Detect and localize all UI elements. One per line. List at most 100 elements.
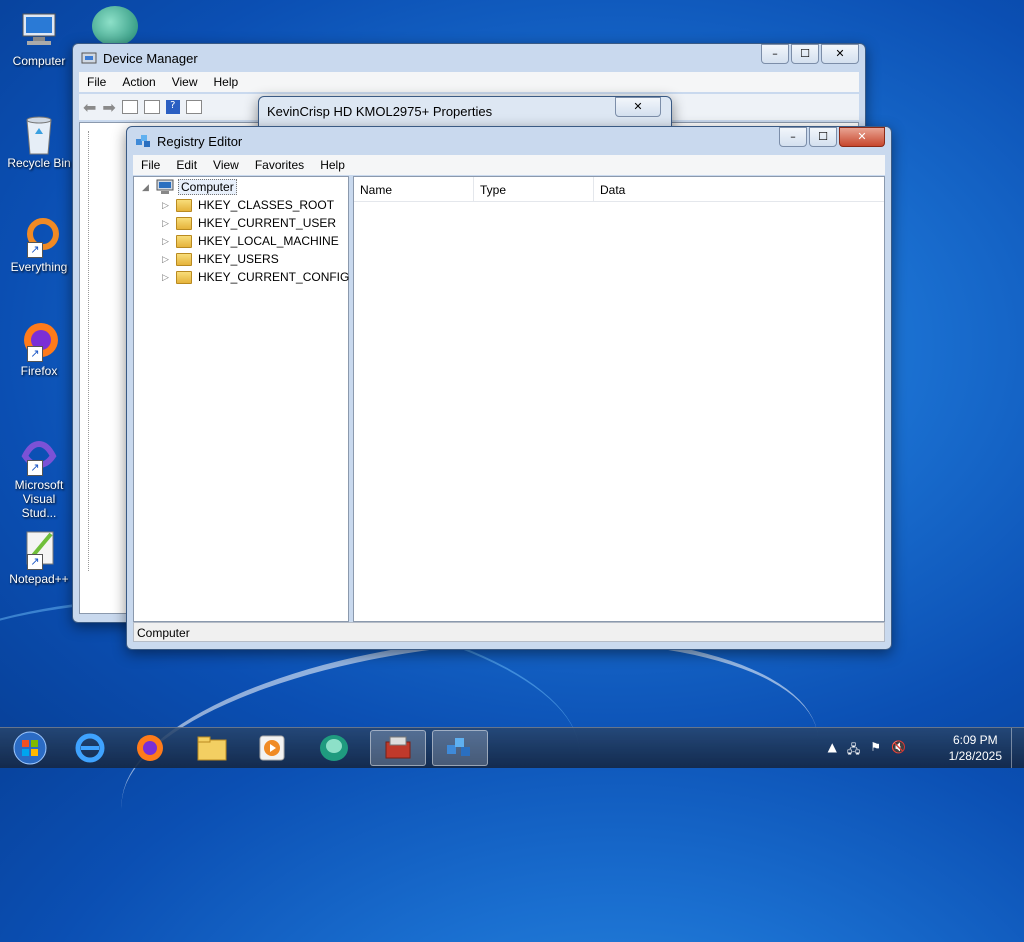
- recycle-bin-icon: [19, 112, 59, 155]
- folder-icon: [176, 234, 192, 248]
- firefox-icon: ↗: [19, 320, 59, 362]
- folder-icon: [176, 198, 192, 212]
- folder-icon: [176, 270, 192, 284]
- column-type[interactable]: Type: [474, 177, 594, 201]
- scan-icon[interactable]: [185, 100, 202, 114]
- menu-bar: File Action View Help: [79, 72, 859, 92]
- minimize-button[interactable]: –: [761, 44, 789, 64]
- tree-node-label: HKEY_LOCAL_MACHINE: [198, 234, 339, 248]
- action-center-flag-icon[interactable]: ⚑: [870, 740, 881, 761]
- tree-node-label: HKEY_CURRENT_CONFIG: [198, 270, 350, 284]
- menu-favorites[interactable]: Favorites: [247, 158, 312, 172]
- windows-logo-icon: [13, 731, 47, 765]
- tree-node-label: Computer: [178, 179, 237, 195]
- show-desktop-button[interactable]: [1011, 728, 1024, 768]
- expand-icon[interactable]: ▷: [162, 200, 172, 211]
- close-button[interactable]: ✕: [839, 127, 885, 147]
- menu-view[interactable]: View: [164, 75, 206, 89]
- menu-help[interactable]: Help: [312, 158, 353, 172]
- menu-bar: File Edit View Favorites Help: [133, 155, 885, 175]
- start-button[interactable]: [2, 730, 58, 766]
- tree-node-hkcc[interactable]: ▷ HKEY_CURRENT_CONFIG: [162, 269, 349, 285]
- registry-editor-icon: [136, 135, 150, 147]
- tree-node-hku[interactable]: ▷ HKEY_USERS: [162, 251, 279, 267]
- clock[interactable]: 6:09 PM 1/28/2025: [949, 732, 1002, 764]
- maximize-button[interactable]: ☐: [791, 44, 819, 64]
- network-icon[interactable]: 🖧: [847, 740, 860, 761]
- column-name[interactable]: Name: [354, 177, 474, 201]
- taskbar-file-explorer[interactable]: [184, 730, 240, 766]
- expand-icon[interactable]: ▷: [162, 236, 172, 247]
- notepadpp-icon: ↗: [19, 528, 59, 570]
- menu-file[interactable]: File: [133, 158, 168, 172]
- visual-studio-icon: ↗: [19, 434, 59, 476]
- desktop-icon-label: Computer: [12, 54, 66, 68]
- close-button[interactable]: ✕: [821, 44, 859, 64]
- values-pane[interactable]: Name Type Data: [353, 176, 885, 622]
- desktop-icon-label: Microsoft Visual Stud...: [14, 478, 64, 520]
- menu-view[interactable]: View: [205, 158, 247, 172]
- close-button[interactable]: ✕: [615, 97, 661, 117]
- column-data[interactable]: Data: [594, 177, 714, 201]
- tree-node-hklm[interactable]: ▷ HKEY_LOCAL_MACHINE: [162, 233, 339, 249]
- registry-editor-window: Registry Editor – ☐ ✕ File Edit View Fav…: [126, 126, 892, 650]
- dialog-controls: ✕: [613, 97, 661, 117]
- desktop-icon-label: Recycle Bin: [7, 156, 71, 170]
- taskbar-registry-editor[interactable]: [432, 730, 488, 766]
- app-icon: [320, 735, 348, 761]
- shortcut-arrow-icon: ↗: [27, 460, 43, 476]
- tree-node-label: HKEY_USERS: [198, 252, 279, 266]
- volume-muted-icon[interactable]: 🔇: [891, 740, 906, 761]
- window-controls: – ☐ ✕: [777, 127, 885, 147]
- key-tree-pane[interactable]: ◢ Computer ▷ HKEY_CLASSES_ROOT ▷ HKEY_CU…: [133, 176, 349, 622]
- help-icon[interactable]: ?: [165, 100, 180, 114]
- everything-icon: ↗: [19, 216, 59, 258]
- desktop-icon-visual-studio[interactable]: ↗ Microsoft Visual Stud...: [4, 434, 74, 520]
- shortcut-arrow-icon: ↗: [27, 346, 43, 362]
- window-controls: – ☐ ✕: [759, 44, 859, 64]
- desktop-app-icon[interactable]: [92, 6, 138, 46]
- values-header: Name Type Data: [354, 177, 884, 202]
- tree-node-label: HKEY_CLASSES_ROOT: [198, 198, 335, 212]
- menu-help[interactable]: Help: [206, 75, 247, 89]
- shortcut-arrow-icon: ↗: [27, 554, 43, 570]
- desktop-icon-computer[interactable]: Computer: [4, 10, 74, 68]
- folder-icon: [176, 216, 192, 230]
- list-icon[interactable]: [143, 100, 160, 114]
- tree-node-hkcu[interactable]: ▷ HKEY_CURRENT_USER: [162, 215, 336, 231]
- firefox-icon: [137, 735, 163, 761]
- window-title: Device Manager: [103, 50, 198, 66]
- taskbar-internet-explorer[interactable]: [62, 730, 118, 766]
- tree-node-hkcr[interactable]: ▷ HKEY_CLASSES_ROOT: [162, 197, 334, 213]
- desktop-icon-notepadpp[interactable]: ↗ Notepad++: [4, 528, 74, 586]
- taskbar: ▲ 🖧 ⚑ 🔇 6:09 PM 1/28/2025: [0, 727, 1024, 768]
- menu-file[interactable]: File: [79, 75, 114, 89]
- tree-node-computer[interactable]: ◢ Computer: [142, 179, 237, 195]
- system-tray: ▲ 🖧 ⚑ 🔇: [828, 740, 906, 761]
- taskbar-app[interactable]: [306, 730, 362, 766]
- maximize-button[interactable]: ☐: [809, 127, 837, 147]
- show-hidden-icons-icon[interactable]: ▲: [828, 740, 837, 761]
- collapse-icon[interactable]: ◢: [142, 182, 152, 193]
- forward-arrow-icon[interactable]: ➡: [102, 98, 115, 117]
- taskbar-device-manager[interactable]: [370, 730, 426, 766]
- minimize-button[interactable]: –: [779, 127, 807, 147]
- back-arrow-icon[interactable]: ⬅: [83, 98, 96, 117]
- expand-icon[interactable]: ▷: [162, 272, 172, 283]
- tree-node-label: HKEY_CURRENT_USER: [198, 216, 337, 230]
- expand-icon[interactable]: ▷: [162, 254, 172, 265]
- desktop-icon-recycle-bin[interactable]: Recycle Bin: [4, 112, 74, 170]
- taskbar-firefox[interactable]: [122, 730, 178, 766]
- properties-titlebar[interactable]: KevinCrisp HD KMOL2975+ Properties: [259, 97, 671, 125]
- menu-edit[interactable]: Edit: [168, 158, 205, 172]
- menu-action[interactable]: Action: [114, 75, 163, 89]
- folder-icon: [176, 252, 192, 266]
- properties-icon[interactable]: [121, 100, 138, 114]
- expand-icon[interactable]: ▷: [162, 218, 172, 229]
- device-manager-titlebar[interactable]: Device Manager: [73, 44, 865, 72]
- desktop-icon-firefox[interactable]: ↗ Firefox: [4, 320, 74, 378]
- desktop-icon-label: Notepad++: [9, 572, 69, 586]
- registry-editor-icon: [447, 738, 470, 756]
- desktop-icon-everything[interactable]: ↗ Everything: [4, 216, 74, 274]
- taskbar-media-player[interactable]: [244, 730, 300, 766]
